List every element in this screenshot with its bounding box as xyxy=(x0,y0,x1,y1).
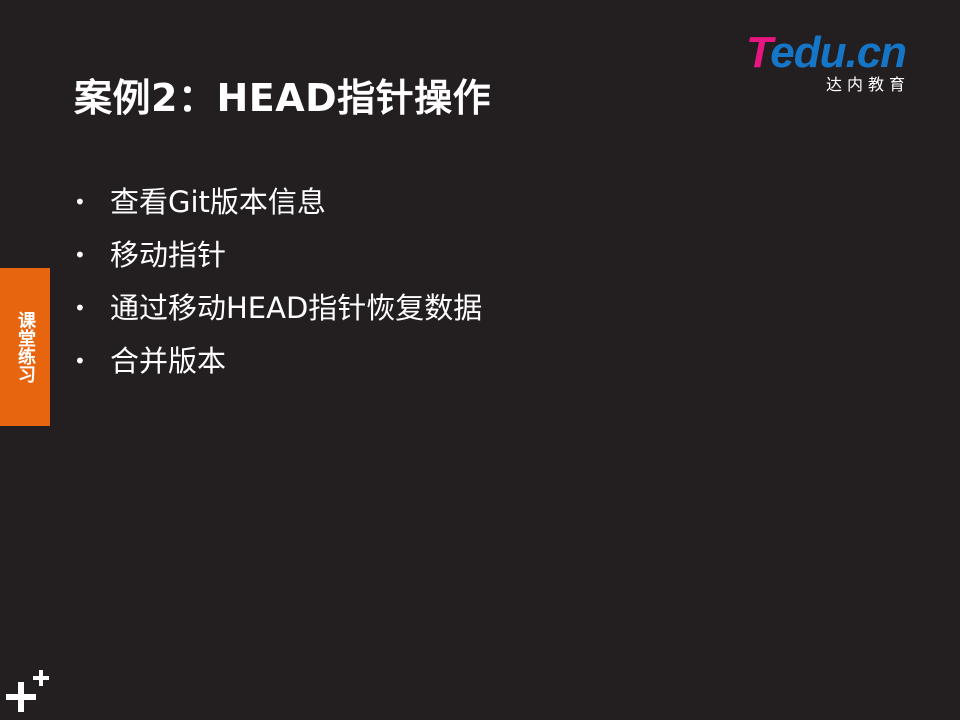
bullet-item: • 查看Git版本信息 xyxy=(74,176,482,229)
bullet-text: 合并版本 xyxy=(110,344,227,378)
side-tab-classroom-practice: 课堂练习 xyxy=(0,268,50,426)
bullet-dot-icon: • xyxy=(74,243,86,267)
bullet-item: • 移动指针 xyxy=(74,229,482,282)
logo-wordmark: Tedu.cn xyxy=(746,28,907,78)
bullet-list: • 查看Git版本信息 • 移动指针 • 通过移动HEAD指针恢复数据 • 合并… xyxy=(74,176,482,388)
logo-word-rest: edu.cn xyxy=(770,28,907,77)
bullet-item: • 通过移动HEAD指针恢复数据 xyxy=(74,282,482,335)
tedu-logo: Tedu.cn 达内教育 xyxy=(746,28,936,100)
plus-cluster-icon xyxy=(6,670,49,712)
bullet-text: 通过移动HEAD指针恢复数据 xyxy=(110,291,483,325)
bullet-dot-icon: • xyxy=(74,349,86,373)
bullet-dot-icon: • xyxy=(74,296,86,320)
slide: 案例2：HEAD指针操作 Tedu.cn 达内教育 • 查看Git版本信息 • … xyxy=(0,0,960,720)
bullet-item: • 合并版本 xyxy=(74,335,482,388)
side-tab-label: 课堂练习 xyxy=(15,311,36,383)
bullet-text: 移动指针 xyxy=(110,238,227,272)
bullet-dot-icon: • xyxy=(74,190,86,214)
logo-subtitle: 达内教育 xyxy=(826,75,911,94)
bullet-text: 查看Git版本信息 xyxy=(110,185,326,219)
slide-title: 案例2：HEAD指针操作 xyxy=(74,76,492,120)
logo-letter-t: T xyxy=(746,28,771,77)
